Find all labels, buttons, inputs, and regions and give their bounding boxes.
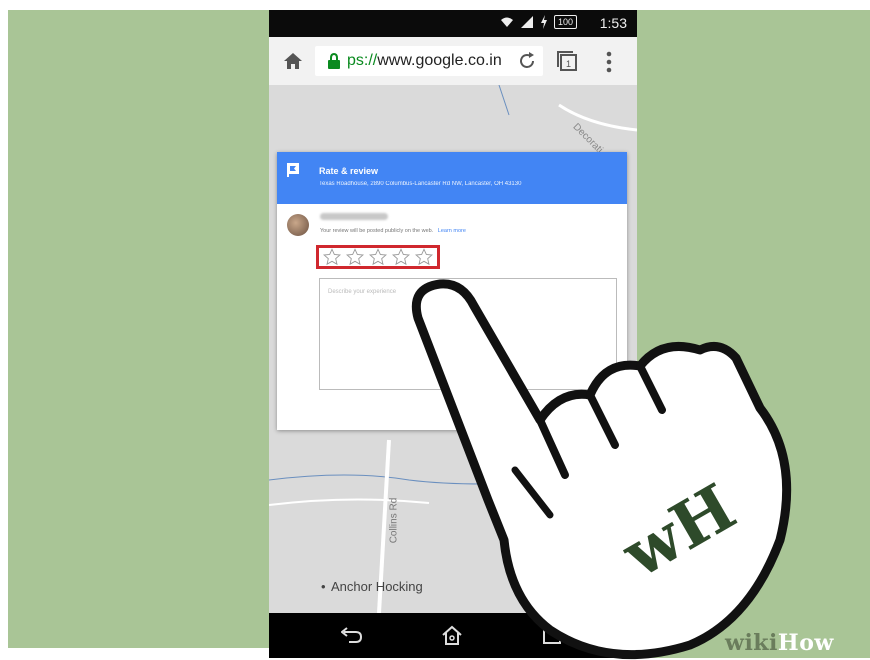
status-icons: 100 <box>500 15 577 29</box>
url-scheme: ps:// <box>347 52 378 69</box>
tab-switcher-button[interactable]: 1 <box>556 50 577 72</box>
signal-icon <box>520 16 533 28</box>
wikihow-logo: wikiHow <box>725 630 834 656</box>
star-5-icon[interactable] <box>414 248 433 266</box>
reload-icon[interactable] <box>517 51 537 71</box>
tabs-icon: 1 <box>557 51 577 71</box>
charging-icon <box>540 15 547 29</box>
public-notice: Your review will be posted publicly on t… <box>320 228 466 234</box>
dialog-title: Rate & review <box>319 166 379 176</box>
pointing-hand-icon: wH <box>411 279 792 660</box>
star-1-icon[interactable] <box>323 248 342 266</box>
wikihow-wiki: wiki <box>725 630 778 656</box>
overflow-menu-icon[interactable] <box>605 50 613 74</box>
tab-count: 1 <box>566 59 571 69</box>
star-rating <box>316 245 440 269</box>
road-label: Collins Rd <box>388 497 400 544</box>
learn-more-link[interactable]: Learn more <box>438 228 466 234</box>
url-host: www.google.co.in <box>377 52 502 69</box>
url-bar[interactable]: ps:// www.google.co.in <box>315 46 543 76</box>
battery-indicator: 100 <box>553 15 577 29</box>
flag-icon <box>287 163 299 177</box>
browser-toolbar: ps:// www.google.co.in 1 <box>269 37 637 85</box>
home-icon[interactable] <box>281 49 305 73</box>
star-2-icon[interactable] <box>346 248 365 266</box>
wikihow-how: How <box>777 630 834 656</box>
frame-top <box>0 0 870 10</box>
back-icon[interactable] <box>341 627 363 643</box>
status-time: 1:53 <box>599 15 627 31</box>
status-bar: 100 1:53 <box>269 10 637 37</box>
avatar <box>287 214 309 236</box>
notice-text: Your review will be posted publicly on t… <box>320 228 434 234</box>
star-4-icon[interactable] <box>391 248 410 266</box>
dialog-header: Rate & review Texas Roadhouse, 2890 Colu… <box>277 152 627 204</box>
wifi-icon <box>500 17 513 27</box>
dialog-subtitle: Texas Roadhouse, 2890 Columbus-Lancaster… <box>319 181 522 187</box>
review-placeholder: Describe your experience <box>328 289 397 295</box>
lock-icon <box>328 53 340 69</box>
user-name-blurred <box>320 213 388 220</box>
frame-left <box>0 0 8 658</box>
star-3-icon[interactable] <box>368 248 387 266</box>
frame-bottom <box>0 648 269 658</box>
place-marker: • <box>321 579 326 594</box>
